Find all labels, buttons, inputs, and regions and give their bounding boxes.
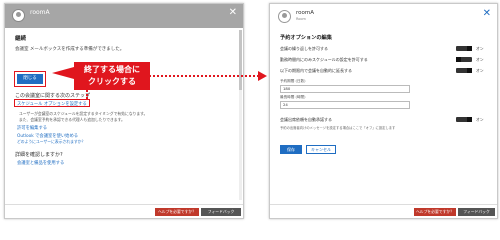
- max-duration-label: 最長時間 (時間): [280, 95, 306, 99]
- option-label: 会議の繰り返しを許可する: [280, 46, 328, 51]
- help-button[interactable]: ヘルプを必要ですか？: [155, 208, 199, 216]
- option-toggle[interactable]: [456, 46, 472, 51]
- help-button[interactable]: ヘルプを必要ですか？: [414, 208, 456, 216]
- details-title: 詳細を確認しますか?: [15, 152, 63, 158]
- booking-window-label: 予約期間 (日数): [280, 79, 306, 83]
- room-name: roomA: [296, 10, 314, 16]
- booking-window-input[interactable]: 180: [280, 85, 410, 93]
- arrow-icon: [258, 71, 267, 81]
- option-toggle[interactable]: [456, 68, 472, 73]
- toggle-state: オン: [476, 68, 484, 73]
- callout-annotation: 終了する場合に クリックする: [74, 62, 150, 90]
- option-note: 予約の出席者向けのメッセージを設定する場合はここで「オフ」に設定します: [280, 126, 396, 130]
- callout-line1: 終了する場合に: [84, 65, 140, 74]
- booking-options-dialog: roomA Room ✕ 予約オプションの編集 会議の繰り返しを許可する オン …: [269, 3, 498, 219]
- room-name: roomA: [30, 9, 50, 16]
- done-title: 継続: [15, 36, 27, 42]
- close-icon[interactable]: ✕: [229, 7, 237, 19]
- edit-permissions-link[interactable]: 許可を編集する: [17, 125, 47, 131]
- outlook-sub-link[interactable]: どのようにユーザーに表示されますか？: [17, 139, 85, 145]
- option-label: 勤務時間内にのみスケジュールの設定を許可する: [280, 57, 368, 62]
- toggle-state: オン: [476, 46, 484, 51]
- toggle-state: オン: [476, 57, 484, 62]
- toggle-state: オン: [476, 117, 484, 122]
- done-message: 会議室 メールボックスを作成する準備ができました。: [15, 47, 125, 52]
- schedule-description-2: また、会議室予約を承認できる代理人も追加したりできます。: [19, 117, 125, 122]
- feedback-button[interactable]: フィードバック: [201, 208, 241, 216]
- option-label: 以下の期限内で会議を自動的に延長する: [280, 68, 352, 73]
- page-title: 予約オプションの編集: [280, 35, 332, 41]
- room-type: Room: [296, 17, 306, 21]
- callout-line2: クリックする: [88, 77, 136, 86]
- callout-pointer: [52, 67, 74, 79]
- next-steps-title: この会議室に関する次のステップ: [15, 93, 91, 99]
- dialog-footer: ヘルプを必要ですか？ フィードバック: [5, 204, 243, 218]
- max-duration-input[interactable]: 24: [280, 101, 410, 109]
- dialog-header: roomA Room ✕: [270, 4, 497, 30]
- completion-dialog: roomA ✕ 継続 会議室 メールボックスを作成する準備ができました。 閉じる…: [4, 3, 244, 219]
- schedule-options-link[interactable]: スケジュール オプションを設定する: [17, 101, 87, 107]
- save-button[interactable]: 保存: [280, 145, 302, 154]
- avatar-icon: [278, 10, 291, 23]
- dialog-footer: ヘルプを必要ですか？ フィードバック: [270, 204, 497, 218]
- auto-accept-toggle[interactable]: [456, 117, 472, 122]
- option-label: 会議出席依頼を自動承諾する: [280, 117, 332, 122]
- option-toggle[interactable]: [456, 57, 472, 62]
- scrollbar[interactable]: [239, 30, 242, 200]
- dialog-header: roomA ✕: [5, 4, 243, 28]
- cancel-button[interactable]: キャンセル: [306, 145, 336, 154]
- scrollbar-thumb[interactable]: [239, 30, 242, 90]
- close-icon[interactable]: ✕: [483, 8, 491, 20]
- avatar-icon: [12, 9, 25, 22]
- close-button[interactable]: 閉じる: [17, 74, 43, 84]
- use-rooms-link[interactable]: 会議室と備品を使用する: [17, 160, 64, 166]
- feedback-button[interactable]: フィードバック: [458, 208, 495, 216]
